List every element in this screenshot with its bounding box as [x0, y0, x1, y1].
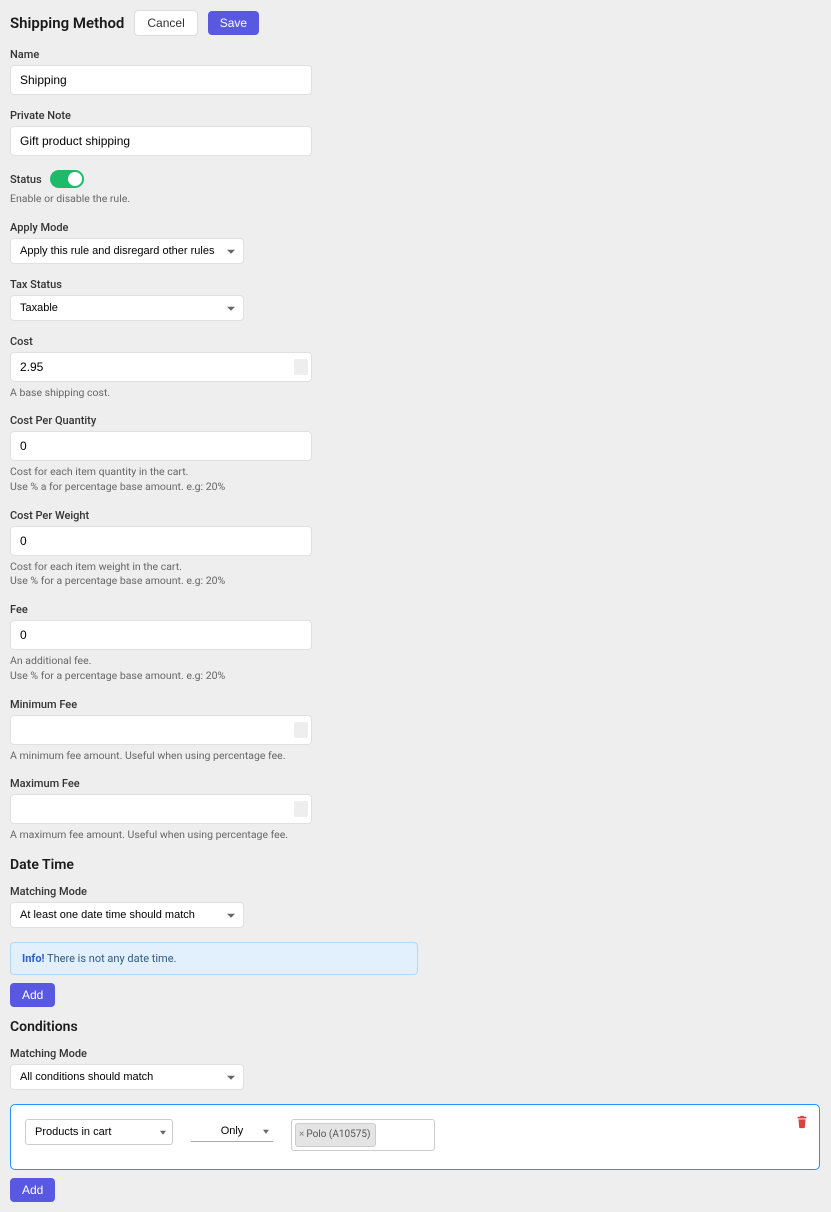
- apply-mode-select[interactable]: [10, 238, 244, 264]
- condition-row: × Polo (A10575): [10, 1104, 820, 1170]
- page-title: Shipping Method: [10, 14, 124, 32]
- tax-status-label: Tax Status: [10, 278, 821, 291]
- status-label: Status: [10, 173, 42, 186]
- info-text: There is not any date time.: [47, 952, 176, 965]
- tax-status-select[interactable]: [10, 295, 244, 321]
- datetime-add-button[interactable]: Add: [10, 983, 55, 1007]
- date-time-title: Date Time: [10, 857, 821, 873]
- cost-help: A base shipping cost.: [10, 386, 821, 401]
- save-button[interactable]: Save: [208, 11, 259, 35]
- minimum-fee-label: Minimum Fee: [10, 698, 821, 711]
- tag-label: Polo (A10575): [306, 1129, 370, 1140]
- condition-mode-select[interactable]: [191, 1121, 273, 1142]
- minimum-fee-spinner[interactable]: [294, 722, 308, 738]
- maximum-fee-help: A maximum fee amount. Useful when using …: [10, 828, 821, 843]
- condition-tag: × Polo (A10575): [295, 1123, 376, 1147]
- private-note-input[interactable]: [10, 126, 312, 156]
- datetime-matching-mode-select[interactable]: [10, 902, 244, 928]
- cost-per-weight-help1: Cost for each item weight in the cart.: [10, 560, 821, 575]
- cost-per-weight-help2: Use % for a percentage base amount. e.g:…: [10, 574, 821, 589]
- maximum-fee-spinner[interactable]: [294, 801, 308, 817]
- private-note-label: Private Note: [10, 109, 821, 122]
- fee-input[interactable]: [10, 620, 312, 650]
- cost-per-quantity-input[interactable]: [10, 431, 312, 461]
- cancel-button[interactable]: Cancel: [134, 10, 197, 36]
- status-help: Enable or disable the rule.: [10, 192, 821, 207]
- conditions-title: Conditions: [10, 1019, 821, 1035]
- conditions-matching-mode-select[interactable]: [10, 1064, 244, 1090]
- cost-per-weight-label: Cost Per Weight: [10, 509, 821, 522]
- fee-label: Fee: [10, 603, 821, 616]
- cost-input[interactable]: [10, 352, 312, 382]
- cost-per-weight-input[interactable]: [10, 526, 312, 556]
- cost-per-quantity-help1: Cost for each item quantity in the cart.: [10, 465, 821, 480]
- tag-remove-icon[interactable]: ×: [299, 1129, 304, 1140]
- status-toggle[interactable]: [50, 170, 84, 188]
- trash-icon[interactable]: [795, 1115, 809, 1129]
- datetime-info-box: Info! There is not any date time.: [10, 942, 418, 975]
- conditions-add-button[interactable]: Add: [10, 1178, 55, 1202]
- info-label: Info!: [22, 952, 45, 965]
- minimum-fee-help: A minimum fee amount. Useful when using …: [10, 749, 821, 764]
- cost-per-quantity-help2: Use % a for percentage base amount. e.g:…: [10, 480, 821, 495]
- condition-type-select[interactable]: [25, 1119, 173, 1145]
- condition-value-input[interactable]: × Polo (A10575): [291, 1119, 435, 1151]
- maximum-fee-input[interactable]: [10, 794, 312, 824]
- fee-help2: Use % for a percentage base amount. e.g:…: [10, 669, 821, 684]
- minimum-fee-input[interactable]: [10, 715, 312, 745]
- conditions-matching-mode-label: Matching Mode: [10, 1047, 821, 1060]
- cost-label: Cost: [10, 335, 821, 348]
- name-label: Name: [10, 48, 821, 61]
- maximum-fee-label: Maximum Fee: [10, 777, 821, 790]
- fee-help1: An additional fee.: [10, 654, 821, 669]
- name-input[interactable]: [10, 65, 312, 95]
- datetime-matching-mode-label: Matching Mode: [10, 885, 821, 898]
- cost-per-quantity-label: Cost Per Quantity: [10, 414, 821, 427]
- apply-mode-label: Apply Mode: [10, 221, 821, 234]
- cost-spinner[interactable]: [294, 359, 308, 375]
